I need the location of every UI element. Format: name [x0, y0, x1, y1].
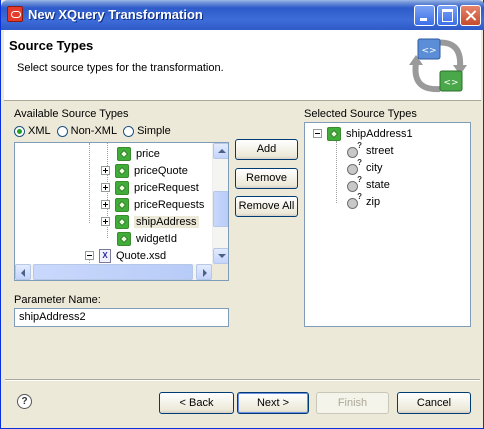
scroll-thumb[interactable] — [213, 191, 228, 227]
scroll-up-icon[interactable] — [213, 143, 228, 159]
remove-button[interactable]: Remove — [235, 168, 298, 189]
page-description: Select source types for the transformati… — [17, 62, 224, 74]
svg-text:<>: <> — [443, 78, 458, 88]
add-button[interactable]: Add — [235, 139, 298, 160]
help-icon[interactable]: ? — [17, 394, 32, 409]
optional-element-icon — [347, 141, 362, 158]
back-button[interactable]: < Back — [159, 392, 234, 414]
maximize-button[interactable] — [437, 5, 458, 26]
tree-item-label: widgetId — [136, 232, 177, 245]
wizard-header: Source Types Select source types for the… — [4, 30, 481, 101]
collapse-icon[interactable] — [85, 251, 94, 260]
tree-guide-line — [336, 141, 337, 203]
source-kind-radio-group: XML Non-XML Simple — [14, 124, 177, 138]
tree-item-label: street — [366, 144, 394, 157]
parameter-name-input[interactable]: shipAddress2 — [14, 308, 229, 327]
transformation-icon: <> <> — [409, 38, 467, 93]
scroll-thumb[interactable] — [33, 264, 193, 280]
tree-item-shipaddress1[interactable]: shipAddress1 — [313, 125, 413, 142]
collapse-icon[interactable] — [313, 129, 322, 138]
finish-button[interactable]: Finish — [316, 392, 389, 414]
tree-item-label: priceQuote — [134, 164, 188, 177]
optional-element-icon — [347, 192, 362, 209]
horizontal-scrollbar[interactable] — [15, 264, 212, 280]
xsd-file-icon: X — [99, 248, 111, 263]
radio-simple[interactable]: Simple — [123, 125, 171, 137]
expand-icon[interactable] — [101, 200, 110, 209]
tree-item-label: zip — [366, 195, 381, 208]
tree-item-shipaddress[interactable]: shipAddress — [101, 213, 199, 230]
footer-separator — [5, 379, 480, 381]
tree-item-city[interactable]: city — [347, 158, 383, 176]
optional-element-icon — [347, 158, 362, 175]
tree-item-label: shipAddress1 — [346, 127, 413, 140]
tree-item-pricerequests[interactable]: priceRequests — [101, 196, 204, 213]
tree-item-label: priceRequests — [134, 198, 205, 211]
scroll-down-icon[interactable] — [213, 248, 228, 264]
radio-non-xml-label: Non-XML — [70, 125, 118, 137]
tree-item-label: state — [366, 178, 390, 191]
expand-icon[interactable] — [101, 166, 110, 175]
tree-item-label: city — [366, 161, 383, 174]
radio-non-xml[interactable]: Non-XML — [56, 125, 118, 137]
page-title: Source Types — [9, 38, 94, 53]
tree-item-label: price — [136, 147, 160, 160]
tree-item-pricequote[interactable]: priceQuote — [101, 162, 188, 179]
selected-source-types-label: Selected Source Types — [304, 108, 417, 120]
tree-item-state[interactable]: state — [347, 175, 390, 193]
tree-item-label: Quote.xsd — [116, 249, 167, 262]
expand-icon[interactable] — [101, 183, 110, 192]
scroll-right-icon[interactable] — [196, 264, 212, 280]
element-icon — [117, 231, 131, 246]
scroll-left-icon[interactable] — [15, 264, 31, 280]
optional-element-icon — [347, 175, 362, 192]
parameter-name-label: Parameter Name: — [14, 294, 101, 306]
tree-item-pricerequest[interactable]: priceRequest — [101, 179, 199, 196]
vertical-scrollbar[interactable] — [212, 143, 228, 264]
close-button[interactable] — [460, 5, 481, 26]
remove-all-button[interactable]: Remove All — [235, 196, 298, 217]
element-icon — [115, 197, 129, 212]
scroll-corner — [212, 264, 228, 280]
minimize-button[interactable] — [414, 5, 435, 26]
tree-item-street[interactable]: street — [347, 141, 394, 159]
expand-icon[interactable] — [101, 217, 110, 226]
svg-text:<>: <> — [421, 46, 436, 56]
element-icon — [117, 146, 131, 161]
tree-guide-line — [89, 143, 90, 223]
radio-simple-circle[interactable] — [123, 125, 135, 137]
title-bar[interactable]: New XQuery Transformation — [1, 0, 484, 30]
available-types-tree[interactable]: price priceQuote priceRequest priceReque… — [14, 142, 229, 281]
next-button[interactable]: Next > — [237, 392, 309, 414]
radio-xml-circle[interactable] — [14, 125, 25, 137]
available-source-types-label: Available Source Types — [14, 108, 129, 120]
app-icon — [7, 6, 23, 22]
element-icon — [115, 214, 129, 229]
radio-non-xml-circle[interactable] — [56, 125, 68, 137]
selected-types-tree[interactable]: shipAddress1 street city state zip — [304, 122, 471, 327]
tree-item-widgetid[interactable]: widgetId — [117, 230, 177, 247]
radio-xml[interactable]: XML — [14, 125, 51, 137]
element-icon — [327, 126, 341, 141]
tree-item-label: priceRequest — [134, 181, 199, 194]
tree-item-zip[interactable]: zip — [347, 192, 381, 210]
element-icon — [115, 180, 129, 195]
radio-simple-label: Simple — [137, 125, 171, 137]
element-icon — [115, 163, 129, 178]
window-title: New XQuery Transformation — [28, 7, 203, 22]
radio-xml-label: XML — [28, 125, 51, 137]
tree-item-price[interactable]: price — [117, 145, 160, 162]
dialog-window: New XQuery Transformation Source Types S… — [0, 0, 484, 429]
tree-item-label: shipAddress — [134, 215, 199, 228]
cancel-button[interactable]: Cancel — [397, 392, 471, 414]
